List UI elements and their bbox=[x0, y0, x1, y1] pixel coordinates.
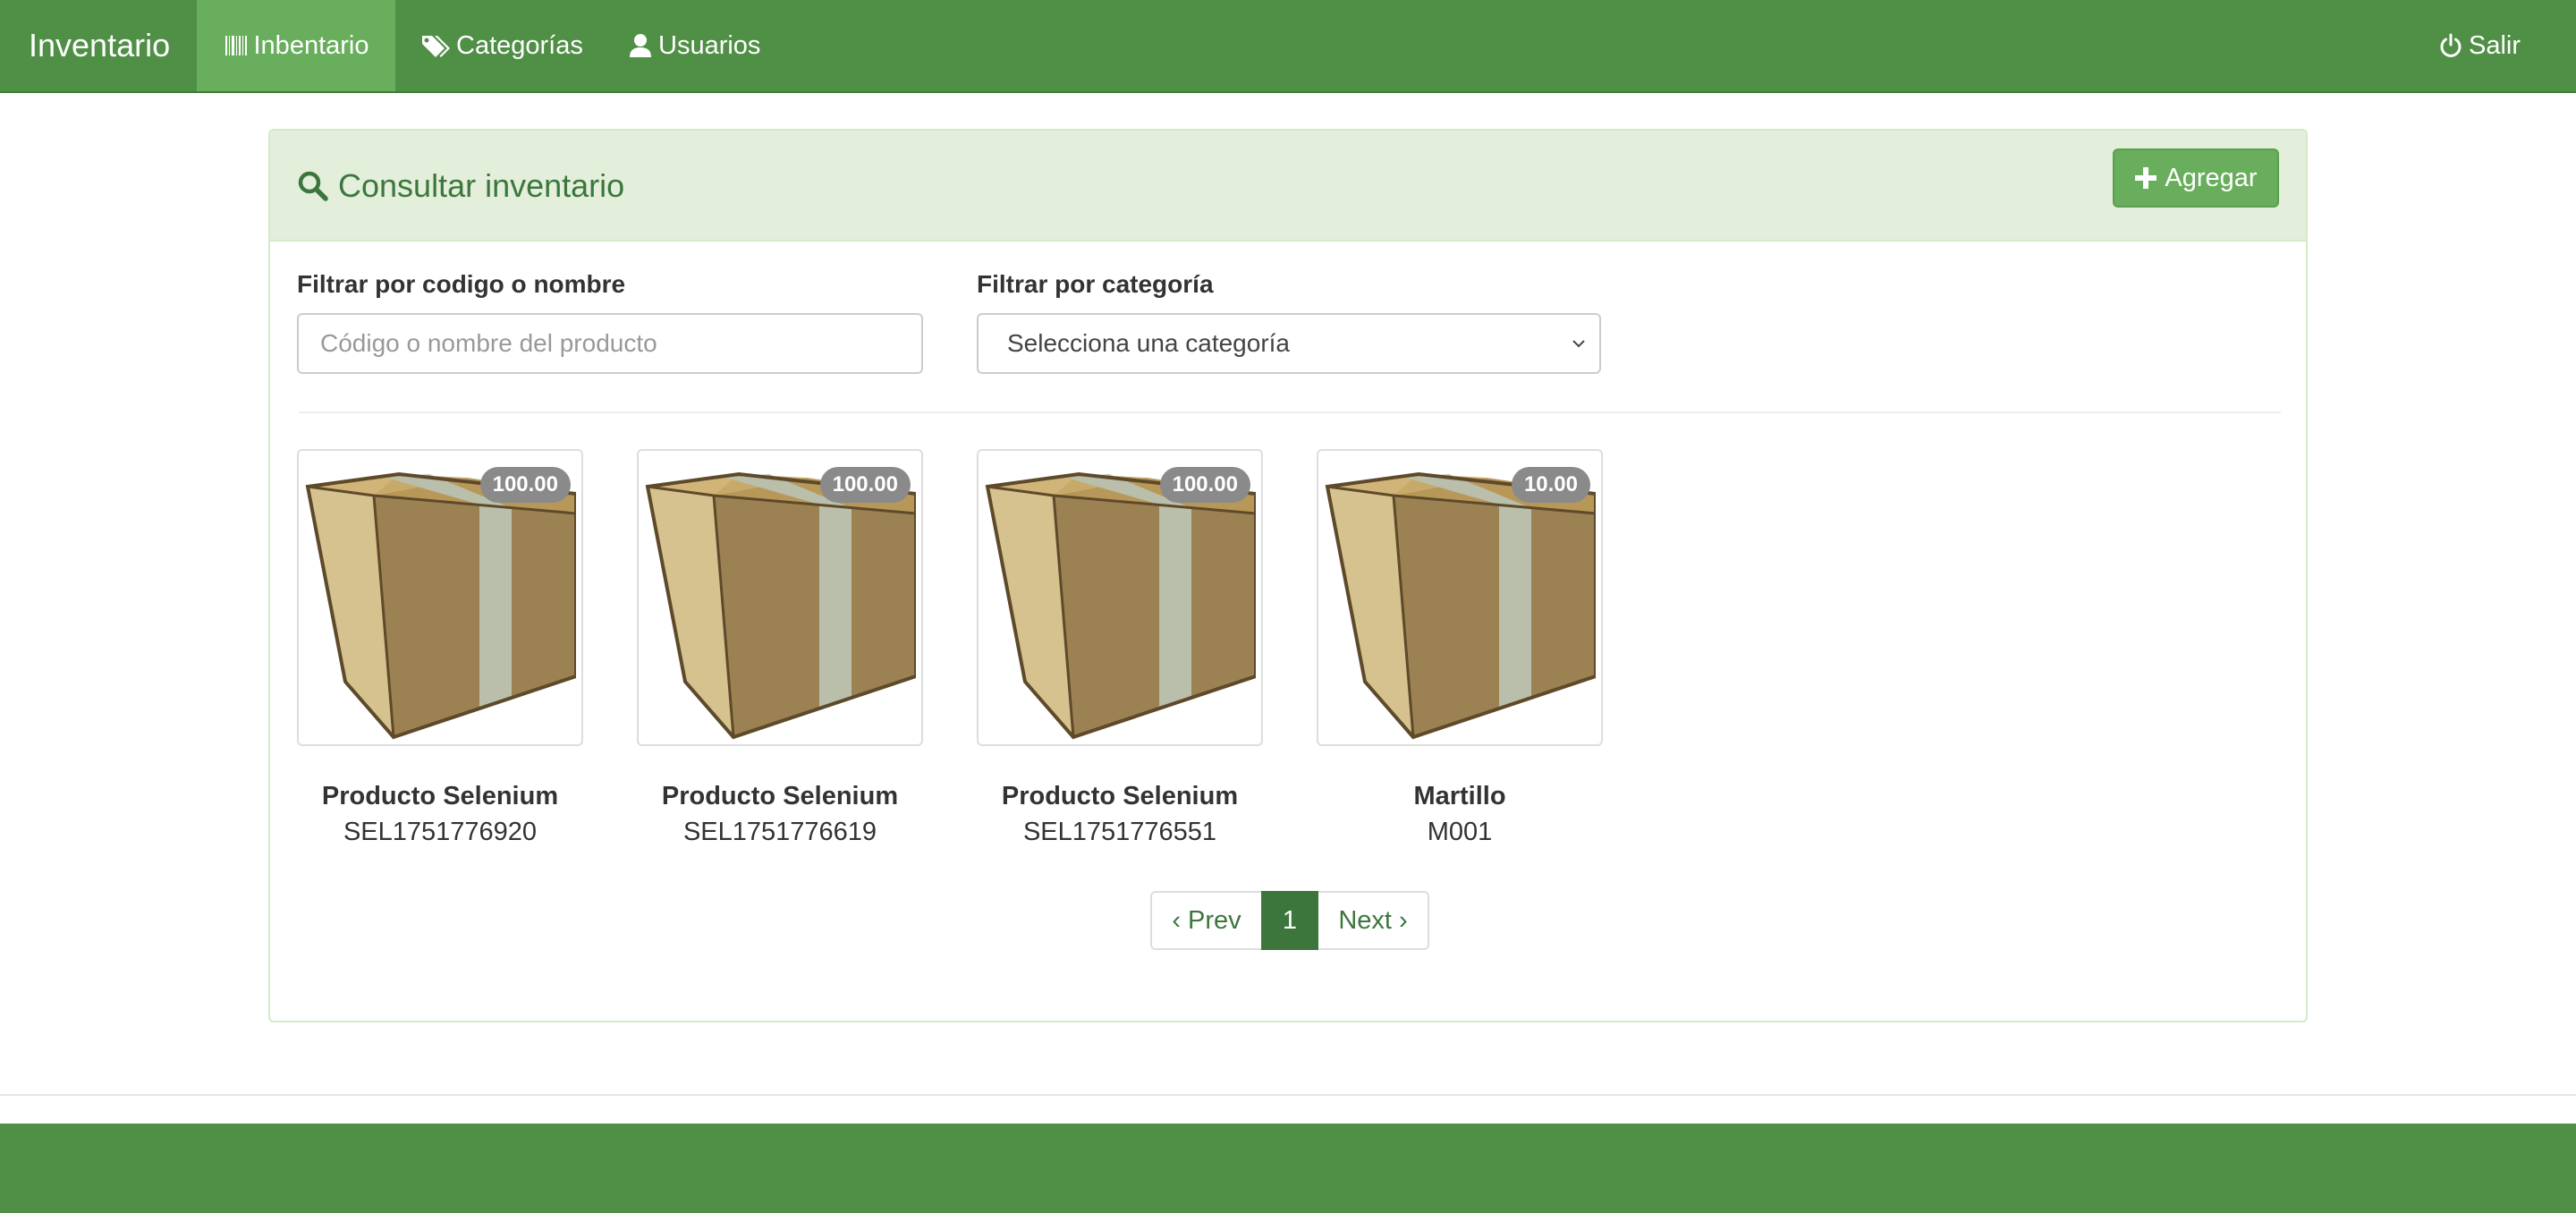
code-filter-placeholder: Código o nombre del producto bbox=[320, 329, 657, 357]
product-code: M001 bbox=[1427, 818, 1493, 846]
top-navbar: Inventario Inbentario Categorías Usuario… bbox=[0, 0, 2576, 93]
code-filter-label: Filtrar por codigo o nombre bbox=[297, 270, 626, 298]
quantity-badge: 100.00 bbox=[819, 467, 911, 503]
brand-link[interactable]: Inventario bbox=[29, 0, 170, 91]
panel-title: Consultar inventario bbox=[297, 163, 624, 209]
logout-label: Salir bbox=[2469, 30, 2521, 60]
nav-label: Usuarios bbox=[658, 30, 761, 60]
current-page-button[interactable]: 1 bbox=[1261, 891, 1318, 950]
product-code: SEL1751776551 bbox=[1022, 818, 1217, 846]
nav-label: Categorías bbox=[456, 30, 583, 60]
pagination: ‹ Prev 1 Next › bbox=[1150, 891, 1429, 950]
product-card[interactable]: 10.00 bbox=[1317, 449, 1603, 746]
product-code: SEL1751776920 bbox=[343, 818, 538, 846]
nav-label: Inbentario bbox=[253, 30, 369, 60]
add-button[interactable]: Agregar bbox=[2113, 148, 2279, 208]
quantity-badge: 100.00 bbox=[1159, 467, 1250, 503]
add-button-label: Agregar bbox=[2165, 163, 2258, 192]
category-selected-value: Selecciona una categoría bbox=[1007, 329, 1290, 357]
user-icon bbox=[630, 34, 651, 57]
nav-item-categorias[interactable]: Categorías bbox=[420, 0, 583, 91]
panel-heading: Consultar inventario Agregar bbox=[270, 131, 2306, 242]
category-select[interactable]: Selecciona una categoría bbox=[977, 313, 1601, 374]
quantity-badge: 10.00 bbox=[1511, 467, 1590, 503]
power-icon bbox=[2440, 33, 2462, 57]
nav-item-usuarios[interactable]: Usuarios bbox=[628, 0, 760, 91]
product-name: Producto Selenium bbox=[1001, 782, 1239, 810]
product-name: Martillo bbox=[1413, 782, 1506, 810]
panel-title-text: Consultar inventario bbox=[338, 167, 625, 204]
category-filter-label: Filtrar por categoría bbox=[977, 270, 1214, 298]
search-icon bbox=[298, 171, 328, 201]
product-card[interactable]: 100.00 bbox=[637, 449, 923, 746]
plus-icon bbox=[2135, 167, 2157, 189]
product-code: SEL1751776619 bbox=[682, 818, 877, 846]
tags-icon bbox=[422, 36, 450, 57]
product-name: Producto Selenium bbox=[661, 782, 899, 810]
product-name: Producto Selenium bbox=[321, 782, 559, 810]
chevron-down-icon bbox=[1572, 340, 1585, 348]
footer-divider bbox=[0, 1094, 2576, 1096]
logout-link[interactable]: Salir bbox=[2438, 0, 2521, 91]
product-card[interactable]: 100.00 bbox=[297, 449, 583, 746]
nav-item-inventario[interactable]: Inbentario bbox=[197, 0, 395, 91]
next-page-button[interactable]: Next › bbox=[1318, 891, 1429, 950]
inventory-panel: Consultar inventario Agregar Filtrar por… bbox=[268, 129, 2308, 1022]
quantity-badge: 100.00 bbox=[479, 467, 571, 503]
code-filter-input[interactable]: Código o nombre del producto bbox=[297, 313, 923, 374]
product-card[interactable]: 100.00 bbox=[977, 449, 1263, 746]
prev-page-button[interactable]: ‹ Prev bbox=[1150, 891, 1261, 950]
divider bbox=[299, 411, 2281, 413]
footer bbox=[0, 1124, 2576, 1213]
barcode-icon bbox=[225, 36, 247, 55]
